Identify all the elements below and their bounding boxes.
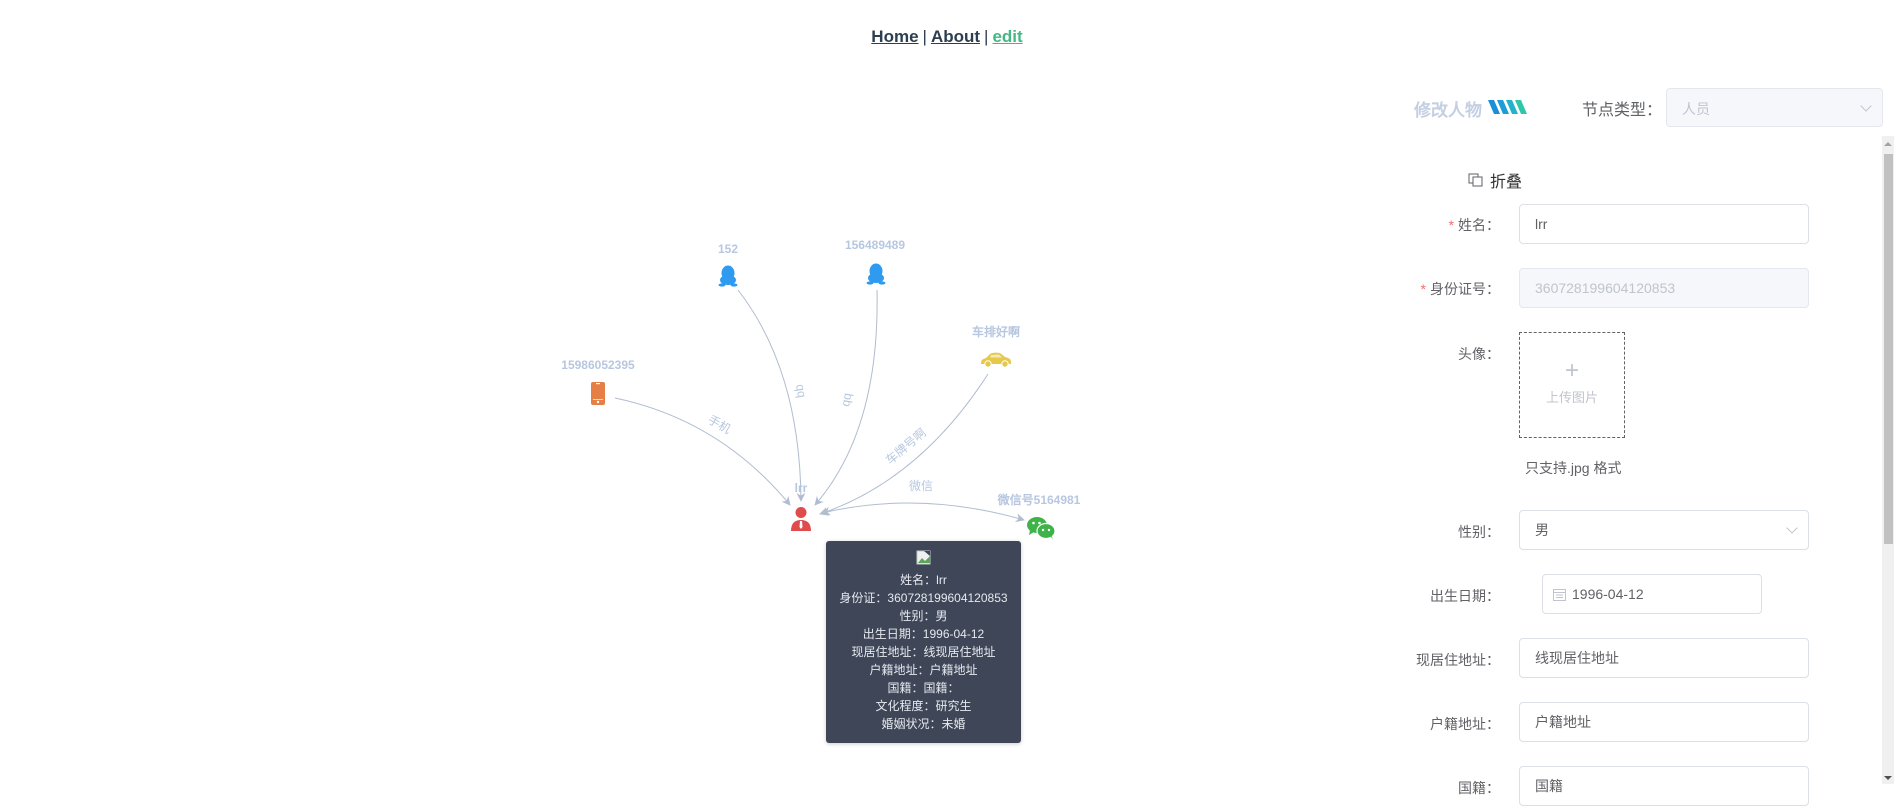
household-address-label: 户籍地址：: [1430, 716, 1500, 732]
gender-select[interactable]: 男: [1519, 510, 1809, 550]
birth-date-value: 1996-04-12: [1572, 586, 1644, 602]
fold-button[interactable]: 折叠: [1468, 168, 1522, 192]
household-address-input[interactable]: 户籍地址: [1519, 702, 1809, 742]
nationality-label: 国籍：: [1458, 780, 1500, 796]
node-type-select[interactable]: 人员: [1666, 88, 1883, 127]
scroll-up-arrow-icon[interactable]: [1884, 142, 1892, 146]
node-label-car: 车排好啊: [971, 325, 1021, 339]
name-label: * 姓名：: [1448, 217, 1500, 233]
qq-penguin-icon[interactable]: [718, 265, 738, 287]
person-icon[interactable]: [790, 506, 812, 532]
node-label-qq2: 156489489: [844, 238, 906, 252]
calendar-icon: [1553, 588, 1566, 601]
chevron-down-icon: [1860, 100, 1872, 112]
current-address-input[interactable]: 线现居住地址: [1519, 638, 1809, 678]
node-label-qq1: 152: [717, 242, 739, 256]
tooltip-household-address: 户籍地址：户籍地址: [869, 663, 978, 677]
top-nav: Home | About | edit: [0, 27, 1894, 47]
panel-title: 修改人物: [1414, 101, 1482, 120]
tooltip-name: 姓名：lrr: [900, 573, 947, 587]
gender-label: 性别：: [1458, 524, 1500, 540]
tooltip-education: 文化程度：研究生: [875, 699, 972, 713]
current-address-label: 现居住地址：: [1416, 652, 1500, 668]
edge-label-qq2: qq: [838, 392, 854, 408]
id-number-label: * 身份证号：: [1420, 281, 1500, 297]
node-tooltip: 姓名：lrr 身份证：360728199604120853 性别：男 出生日期：…: [826, 541, 1021, 743]
panel-scrollbar[interactable]: [1882, 136, 1894, 784]
edge-wechat: [821, 502, 1025, 523]
avatar-upload-button[interactable]: + 上传图片: [1519, 332, 1625, 438]
plus-icon: +: [1564, 357, 1579, 384]
upload-hint: 只支持.jpg 格式: [1525, 460, 1622, 476]
edge-label-car: 车牌号啊: [882, 425, 928, 467]
edge-label-wechat: 微信: [909, 479, 933, 493]
birth-date-label: 出生日期：: [1430, 588, 1500, 604]
node-type-label: 节点类型：: [1582, 102, 1663, 119]
relationship-graph[interactable]: 手机 qq qq 车牌号啊 微信 15986052395 152 1564894…: [0, 80, 1400, 797]
chevron-down-icon: [1786, 522, 1798, 534]
edge-phone: [614, 397, 791, 506]
tooltip-id-number: 身份证：360728199604120853: [839, 591, 1008, 605]
name-input[interactable]: lrr: [1519, 204, 1809, 244]
node-type-value: 人员: [1682, 101, 1710, 117]
nav-about-link[interactable]: About: [931, 27, 980, 46]
wechat-icon[interactable]: [1026, 516, 1056, 540]
fold-label: 折叠: [1490, 174, 1523, 191]
nationality-input[interactable]: 国籍: [1519, 766, 1809, 806]
nav-separator: |: [984, 27, 989, 46]
tooltip-current-address: 现居住地址：线现居住地址: [851, 645, 996, 659]
edge-label-phone: 手机: [706, 412, 734, 436]
graph-edges: 手机 qq qq 车牌号啊 微信: [614, 289, 1025, 523]
upload-text: 上传图片: [1545, 390, 1598, 405]
fold-icon: [1468, 173, 1483, 187]
gender-value: 男: [1535, 522, 1549, 538]
node-label-center: lrr: [794, 481, 808, 495]
broken-image-icon: [916, 550, 930, 565]
scrollbar-thumb[interactable]: [1884, 154, 1893, 544]
tooltip-birth-date: 出生日期：1996-04-12: [862, 627, 985, 641]
tooltip-nationality: 国籍：国籍：: [887, 681, 960, 695]
edge-qq1: [737, 289, 806, 502]
scroll-down-arrow-icon[interactable]: [1884, 776, 1892, 780]
id-number-input[interactable]: 360728199604120853: [1519, 268, 1809, 308]
edge-label-qq1: qq: [793, 383, 809, 399]
nav-home-link[interactable]: Home: [871, 27, 918, 46]
qq-penguin-icon[interactable]: [866, 263, 886, 285]
phone-icon[interactable]: [590, 382, 606, 406]
nav-edit-link[interactable]: edit: [992, 27, 1022, 46]
node-label-phone: 15986052395: [561, 358, 635, 372]
decorative-stripes-icon: [1488, 100, 1527, 114]
avatar-label: 头像：: [1458, 346, 1500, 362]
car-icon[interactable]: [979, 352, 1013, 368]
nav-separator: |: [922, 27, 927, 46]
node-label-wechat: 微信号5164981: [997, 493, 1081, 507]
tooltip-marital-status: 婚姻状况：未婚: [881, 717, 966, 731]
birth-date-picker[interactable]: 1996-04-12: [1542, 574, 1762, 614]
tooltip-gender: 性别：男: [899, 609, 948, 623]
